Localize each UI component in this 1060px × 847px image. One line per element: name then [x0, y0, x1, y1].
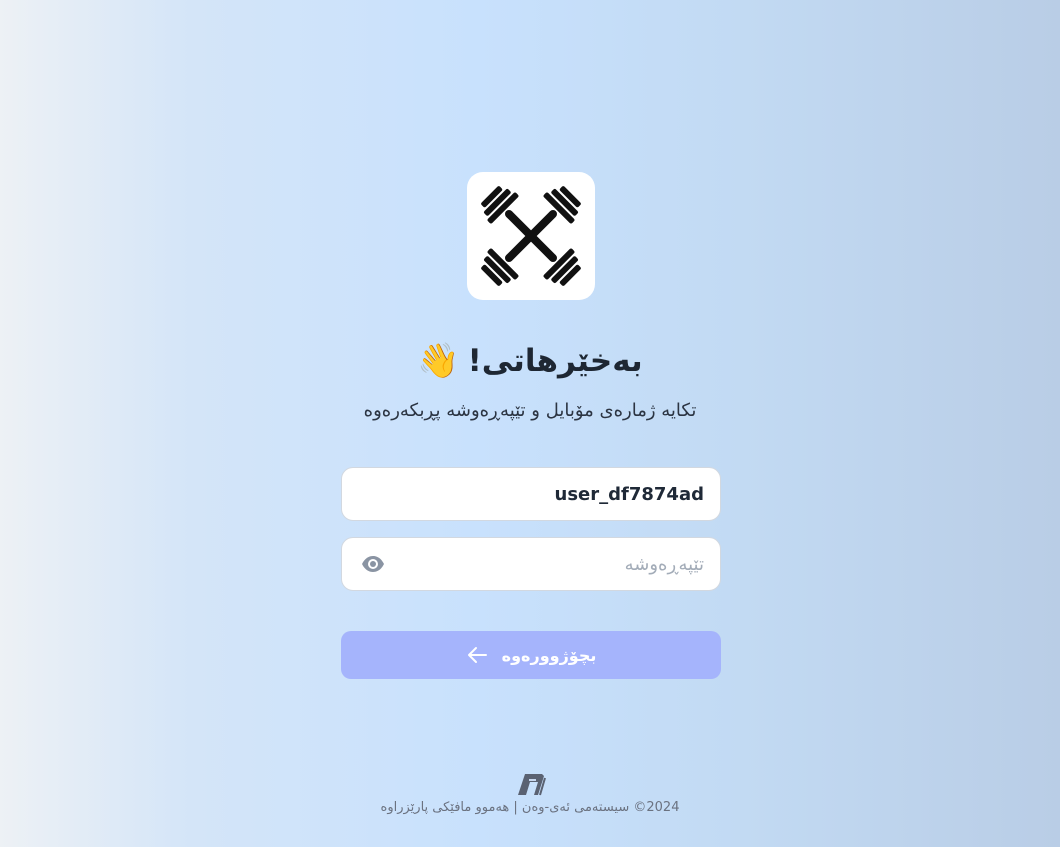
page-subtitle: تکایە ژمارەی مۆبایل و تێپەڕەوشە پڕبکەرەو…	[363, 400, 697, 421]
title-text: بەخێرهاتی!	[467, 343, 643, 379]
login-button[interactable]: بچۆژوورەوە	[341, 631, 721, 679]
password-field[interactable]	[341, 537, 721, 591]
page-title: بەخێرهاتی! 👋	[0, 336, 1060, 386]
password-input[interactable]	[386, 538, 720, 590]
crossed-dumbbells-icon	[481, 186, 581, 286]
waving-hand-icon: 👋	[417, 341, 460, 381]
eye-icon[interactable]	[360, 551, 386, 577]
username-field[interactable]	[341, 467, 721, 521]
brand-mark-icon	[518, 774, 546, 796]
login-button-label: بچۆژوورەوە	[501, 645, 597, 665]
username-input[interactable]	[342, 468, 720, 520]
app-logo	[467, 172, 595, 300]
footer-copyright: 2024© سیستەمی ئەی-وەن | هەموو مافێکی پار…	[380, 800, 680, 815]
arrow-left-icon	[467, 647, 487, 663]
